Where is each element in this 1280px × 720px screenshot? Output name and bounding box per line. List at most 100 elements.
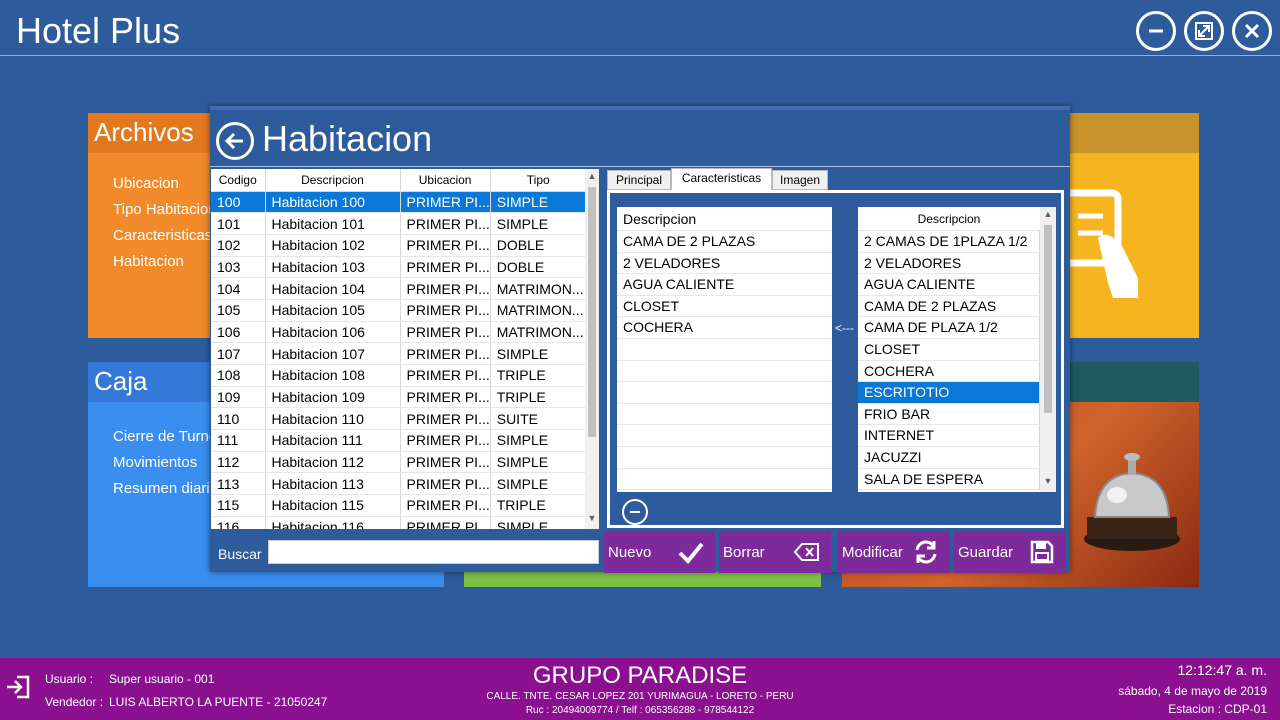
table-row[interactable]: 110 Habitacion 110 PRIMER PI... SUITE	[211, 407, 587, 431]
list-item[interactable]: AGUA CALIENTE	[617, 274, 832, 296]
table-cell[interactable]: 109	[211, 386, 266, 409]
table-cell[interactable]: 105	[211, 299, 266, 322]
list-item[interactable]: CLOSET	[617, 296, 832, 318]
column-header[interactable]: Descripcion	[265, 169, 401, 192]
table-cell[interactable]: PRIMER PI...	[400, 234, 491, 257]
table-cell[interactable]: 100	[211, 191, 266, 214]
scroll-down-icon[interactable]: ▼	[585, 513, 599, 527]
tile-archivos-item[interactable]: Habitacion	[113, 249, 217, 275]
scroll-up-icon[interactable]: ▲	[1040, 209, 1056, 223]
table-cell[interactable]: PRIMER PI...	[400, 451, 491, 474]
table-cell[interactable]: PRIMER PI...	[400, 516, 491, 529]
table-row[interactable]: 107 Habitacion 107 PRIMER PI... SIMPLE	[211, 342, 587, 365]
scroll-down-icon[interactable]: ▼	[1040, 476, 1056, 490]
table-cell[interactable]: 113	[211, 472, 266, 496]
modificar-button[interactable]: Modificar	[838, 531, 950, 573]
table-cell[interactable]: MATRIMON...	[490, 277, 587, 300]
table-cell[interactable]: PRIMER PI...	[400, 256, 491, 279]
table-cell[interactable]: DOBLE	[490, 234, 587, 257]
table-cell[interactable]: SIMPLE	[490, 212, 587, 235]
table-row[interactable]: 109 Habitacion 109 PRIMER PI... TRIPLE	[211, 386, 587, 409]
table-cell[interactable]: PRIMER PI...	[400, 321, 491, 344]
table-cell[interactable]: Habitacion 108	[265, 364, 401, 387]
table-cell[interactable]: PRIMER PI...	[400, 386, 491, 409]
table-row[interactable]: 105 Habitacion 105 PRIMER PI... MATRIMON...	[211, 299, 587, 322]
table-cell[interactable]: Habitacion 100	[265, 191, 401, 214]
list-item[interactable]	[617, 469, 832, 491]
list-item[interactable]: FRIO BAR	[858, 403, 1040, 426]
table-row[interactable]: 104 Habitacion 104 PRIMER PI... MATRIMON...	[211, 277, 587, 300]
list-item[interactable]: AGUA CALIENTE	[858, 274, 1040, 296]
list-item[interactable]	[617, 339, 832, 361]
table-cell[interactable]: PRIMER PI...	[400, 212, 491, 235]
tile-archivos-item[interactable]: Ubicacion	[113, 171, 217, 197]
table-cell[interactable]: MATRIMON...	[490, 299, 587, 322]
table-cell[interactable]: 101	[211, 212, 266, 235]
list-item[interactable]: SALA DE ESPERA	[858, 468, 1040, 491]
list-item[interactable]: JACUZZI	[858, 446, 1040, 469]
tile-caja-item[interactable]: Resumen diario	[113, 476, 218, 502]
table-cell[interactable]: Habitacion 116	[265, 516, 401, 529]
list-item[interactable]: INTERNET	[858, 425, 1040, 447]
tab-principal[interactable]: Principal	[607, 170, 671, 190]
table-cell[interactable]: PRIMER PI...	[400, 191, 491, 214]
table-row[interactable]: 112 Habitacion 112 PRIMER PI... SIMPLE	[211, 451, 587, 474]
tab-caracteristicas[interactable]: Caracteristicas	[671, 168, 772, 191]
table-cell[interactable]: 112	[211, 451, 266, 474]
tile-archivos[interactable]: Archivos Ubicacion Tipo Habitacion Carac…	[88, 113, 218, 338]
grid-scrollbar[interactable]: ▲ ▼	[585, 169, 599, 529]
table-cell[interactable]: TRIPLE	[490, 494, 587, 517]
list-item[interactable]	[617, 447, 832, 469]
column-header[interactable]: Tipo	[490, 169, 587, 192]
list-item[interactable]	[617, 404, 832, 426]
tile-caja-item[interactable]: Cierre de Turno	[113, 424, 218, 450]
table-cell[interactable]: 107	[211, 342, 266, 365]
table-row[interactable]: 101 Habitacion 101 PRIMER PI... SIMPLE	[211, 212, 587, 235]
table-cell[interactable]: Habitacion 113	[265, 472, 401, 496]
table-cell[interactable]: 111	[211, 429, 266, 452]
table-cell[interactable]: 103	[211, 256, 266, 279]
table-cell[interactable]: Habitacion 115	[265, 494, 401, 517]
table-row[interactable]: 106 Habitacion 106 PRIMER PI... MATRIMON...	[211, 321, 587, 344]
table-cell[interactable]: TRIPLE	[490, 364, 587, 387]
list-item[interactable]	[617, 425, 832, 447]
search-input[interactable]	[268, 540, 599, 564]
tile-archivos-item[interactable]: Tipo Habitacion	[113, 197, 217, 223]
tile-archivos-item[interactable]: Caracteristicas	[113, 223, 217, 249]
table-row[interactable]: 100 Habitacion 100 PRIMER PI... SIMPLE	[211, 191, 587, 214]
table-row[interactable]: 108 Habitacion 108 PRIMER PI... TRIPLE	[211, 364, 587, 387]
table-cell[interactable]: 102	[211, 234, 266, 257]
list-item[interactable]: 2 CAMAS DE 1PLAZA 1/2	[858, 231, 1040, 253]
table-row[interactable]: 116 Habitacion 116 PRIMER PI... SIMPLE	[211, 516, 587, 529]
table-cell[interactable]: PRIMER PI...	[400, 277, 491, 300]
list-item[interactable]: 2 VELADORES	[617, 253, 832, 275]
table-row[interactable]: 102 Habitacion 102 PRIMER PI... DOBLE	[211, 234, 587, 257]
table-cell[interactable]: PRIMER PI...	[400, 429, 491, 452]
table-cell[interactable]: 115	[211, 494, 266, 517]
move-left-icon[interactable]: <---	[835, 321, 854, 335]
guardar-button[interactable]: Guardar	[954, 531, 1066, 573]
scroll-thumb[interactable]	[1044, 225, 1052, 413]
list-item[interactable]: 2 VELADORES	[858, 252, 1040, 275]
table-cell[interactable]: Habitacion 101	[265, 212, 401, 235]
table-cell[interactable]: Habitacion 107	[265, 342, 401, 365]
table-cell[interactable]: DOBLE	[490, 256, 587, 279]
table-cell[interactable]: 104	[211, 277, 266, 300]
table-cell[interactable]: Habitacion 105	[265, 299, 401, 322]
table-cell[interactable]: SIMPLE	[490, 451, 587, 474]
list-scrollbar[interactable]: ▲ ▼	[1040, 207, 1056, 492]
tab-imagen[interactable]: Imagen	[772, 170, 828, 190]
available-features-list[interactable]: Descripcion 2 CAMAS DE 1PLAZA 1/2 2 VELAD…	[858, 207, 1056, 492]
column-header[interactable]: Ubicacion	[400, 169, 491, 192]
list-item[interactable]	[617, 382, 832, 404]
table-cell[interactable]: 108	[211, 364, 266, 387]
scroll-up-icon[interactable]: ▲	[585, 171, 599, 185]
table-cell[interactable]: PRIMER PI...	[400, 472, 491, 496]
scroll-thumb[interactable]	[588, 187, 596, 437]
table-cell[interactable]: Habitacion 106	[265, 321, 401, 344]
table-cell[interactable]: 110	[211, 407, 266, 431]
assigned-features-list[interactable]: Descripcion CAMA DE 2 PLAZAS 2 VELADORES A…	[617, 207, 832, 492]
table-cell[interactable]: Habitacion 111	[265, 429, 401, 452]
table-row[interactable]: 103 Habitacion 103 PRIMER PI... DOBLE	[211, 256, 587, 279]
table-cell[interactable]: Habitacion 103	[265, 256, 401, 279]
